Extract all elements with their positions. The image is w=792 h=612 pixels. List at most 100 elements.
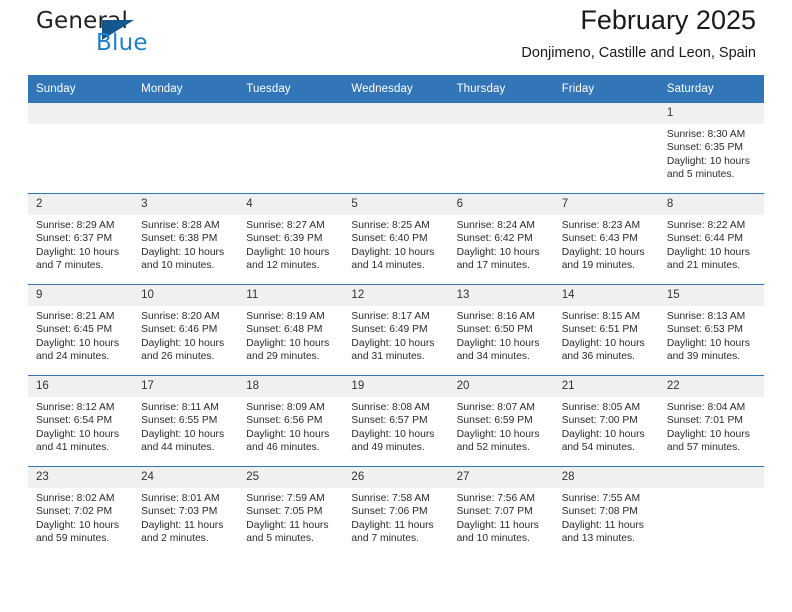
calendar-day-cell[interactable]: 13 Sunrise: 8:16 AM Sunset: 6:50 PM Dayligh… [448, 284, 554, 376]
calendar-day-cell[interactable]: 25 Sunrise: 7:59 AM Sunset: 7:05 PM Dayligh… [238, 466, 344, 557]
daylight-duration-line2: and 59 minutes. [36, 533, 110, 545]
daylight-duration-line2: and 5 minutes. [246, 533, 314, 545]
sunset-time: Sunset: 7:02 PM [36, 506, 113, 518]
sunrise-time: Sunrise: 8:20 AM [141, 311, 220, 322]
calendar-day-cell[interactable]: 9 Sunrise: 8:21 AM Sunset: 6:45 PM Daylight… [28, 284, 134, 376]
daylight-duration-line1: Daylight: 10 hours [141, 246, 225, 258]
day-number: 14 [553, 285, 659, 306]
daylight-duration-line2: and 5 minutes. [666, 169, 735, 181]
daylight-duration-line2: and 17 minutes. [456, 260, 530, 272]
calendar-day-cell[interactable]: 8 Sunrise: 8:22 AM Sunset: 6:44 PM Daylight… [658, 193, 764, 285]
calendar-day-cell-empty [553, 103, 659, 194]
day-number [238, 103, 344, 124]
day-sun-info: Sunrise: 8:17 AM Sunset: 6:49 PM Daylight:… [343, 306, 448, 364]
calendar-day-cell[interactable]: 18 Sunrise: 8:09 AM Sunset: 6:56 PM Dayligh… [238, 375, 344, 467]
sunrise-time: Sunrise: 7:55 AM [561, 493, 641, 504]
sunset-time: Sunset: 6:59 PM [456, 415, 533, 427]
daylight-duration-line1: Daylight: 10 hours [456, 246, 540, 258]
daylight-duration-line2: and 26 minutes. [141, 351, 215, 363]
daylight-duration-line2: and 34 minutes. [456, 351, 530, 363]
sunrise-time: Sunrise: 8:21 AM [36, 311, 115, 322]
sunrise-time: Sunrise: 8:24 AM [456, 220, 535, 231]
day-sun-info: Sunrise: 8:07 AM Sunset: 6:59 PM Daylight:… [449, 397, 554, 455]
calendar-day-cell[interactable]: 17 Sunrise: 8:11 AM Sunset: 6:55 PM Dayligh… [133, 375, 239, 467]
sunrise-time: Sunrise: 8:12 AM [36, 402, 115, 413]
day-sun-info: Sunrise: 7:58 AM Sunset: 7:06 PM Daylight:… [343, 488, 448, 546]
day-sun-info: Sunrise: 8:16 AM Sunset: 6:50 PM Daylight:… [449, 306, 554, 364]
day-sun-info: Sunrise: 8:08 AM Sunset: 6:57 PM Daylight:… [343, 397, 448, 455]
calendar-day-cell[interactable]: 5 Sunrise: 8:25 AM Sunset: 6:40 PM Daylight… [343, 193, 449, 285]
calendar-day-cell[interactable]: 16 Sunrise: 8:12 AM Sunset: 6:54 PM Dayligh… [28, 375, 134, 467]
daylight-duration-line2: and 36 minutes. [561, 351, 635, 363]
calendar-day-cell-empty [343, 103, 449, 194]
day-sun-info: Sunrise: 8:25 AM Sunset: 6:40 PM Daylight:… [343, 215, 448, 273]
calendar-day-cell[interactable]: 7 Sunrise: 8:23 AM Sunset: 6:43 PM Daylight… [553, 193, 659, 285]
daylight-duration-line1: Daylight: 10 hours [666, 155, 750, 167]
daylight-duration-line1: Daylight: 10 hours [351, 246, 435, 258]
sunrise-time: Sunrise: 8:29 AM [36, 220, 115, 231]
sunrise-time: Sunrise: 7:59 AM [246, 493, 325, 504]
day-number: 22 [658, 376, 764, 397]
calendar-day-cell[interactable]: 15 Sunrise: 8:13 AM Sunset: 6:53 PM Dayligh… [658, 284, 764, 376]
daylight-duration-line2: and 24 minutes. [36, 351, 110, 363]
weekday-header-tuesday: Tuesday [238, 75, 344, 103]
sunrise-time: Sunrise: 8:11 AM [141, 402, 219, 413]
calendar-day-cell-empty [133, 103, 239, 194]
calendar-day-cell[interactable]: 1 Sunrise: 8:30 AM Sunset: 6:35 PM Daylight… [658, 103, 764, 194]
sunrise-time: Sunrise: 7:56 AM [456, 493, 535, 504]
day-number: 2 [28, 194, 134, 215]
sunset-time: Sunset: 6:50 PM [456, 324, 533, 336]
calendar-day-cell[interactable]: 3 Sunrise: 8:28 AM Sunset: 6:38 PM Daylight… [133, 193, 239, 285]
daylight-duration-line1: Daylight: 10 hours [246, 428, 330, 440]
day-number: 21 [553, 376, 659, 397]
daylight-duration-line1: Daylight: 11 hours [141, 519, 224, 531]
calendar-day-cell[interactable]: 28 Sunrise: 7:55 AM Sunset: 7:08 PM Dayligh… [553, 466, 659, 557]
daylight-duration-line1: Daylight: 10 hours [666, 246, 750, 258]
sunset-time: Sunset: 6:55 PM [141, 415, 218, 427]
calendar-day-cell[interactable]: 12 Sunrise: 8:17 AM Sunset: 6:49 PM Dayligh… [343, 284, 449, 376]
day-sun-info: Sunrise: 8:01 AM Sunset: 7:03 PM Daylight:… [133, 488, 238, 546]
daylight-duration-line2: and 13 minutes. [561, 533, 635, 545]
calendar-day-cell[interactable]: 6 Sunrise: 8:24 AM Sunset: 6:42 PM Daylight… [448, 193, 554, 285]
day-sun-info: Sunrise: 8:22 AM Sunset: 6:44 PM Daylight:… [659, 215, 764, 273]
calendar-day-cell[interactable]: 14 Sunrise: 8:15 AM Sunset: 6:51 PM Dayligh… [553, 284, 659, 376]
general-blue-logo[interactable]: General Blue [36, 8, 266, 66]
day-number: 4 [238, 194, 344, 215]
calendar-day-cell[interactable]: 4 Sunrise: 8:27 AM Sunset: 6:39 PM Daylight… [238, 193, 344, 285]
calendar-day-cell[interactable]: 10 Sunrise: 8:20 AM Sunset: 6:46 PM Dayligh… [133, 284, 239, 376]
sunrise-time: Sunrise: 8:01 AM [141, 493, 220, 504]
sunset-time: Sunset: 6:42 PM [456, 233, 533, 245]
daylight-duration-line2: and 2 minutes. [141, 533, 209, 545]
daylight-duration-line1: Daylight: 10 hours [36, 428, 119, 440]
calendar-day-cell[interactable]: 24 Sunrise: 8:01 AM Sunset: 7:03 PM Dayligh… [133, 466, 239, 557]
calendar-day-cell[interactable]: 27 Sunrise: 7:56 AM Sunset: 7:07 PM Dayligh… [448, 466, 554, 557]
day-sun-info: Sunrise: 8:20 AM Sunset: 6:46 PM Daylight:… [133, 306, 238, 364]
daylight-duration-line2: and 57 minutes. [666, 442, 741, 454]
calendar-day-cell[interactable]: 22 Sunrise: 8:04 AM Sunset: 7:01 PM Dayligh… [658, 375, 764, 467]
weekday-header-friday: Friday [553, 75, 659, 103]
day-sun-info: Sunrise: 8:15 AM Sunset: 6:51 PM Daylight:… [554, 306, 659, 364]
calendar-day-cell[interactable]: 2 Sunrise: 8:29 AM Sunset: 6:37 PM Daylight… [28, 193, 134, 285]
calendar-day-cell[interactable]: 21 Sunrise: 8:05 AM Sunset: 7:00 PM Dayligh… [553, 375, 659, 467]
sunset-time: Sunset: 7:03 PM [141, 506, 218, 518]
day-number: 13 [448, 285, 554, 306]
sunrise-time: Sunrise: 7:58 AM [351, 493, 430, 504]
sunset-time: Sunset: 6:39 PM [246, 233, 323, 245]
day-number [448, 103, 554, 124]
calendar-day-cell[interactable]: 20 Sunrise: 8:07 AM Sunset: 6:59 PM Dayligh… [448, 375, 554, 467]
day-sun-info: Sunrise: 8:13 AM Sunset: 6:53 PM Daylight:… [659, 306, 764, 364]
day-number: 3 [133, 194, 239, 215]
day-sun-info: Sunrise: 8:21 AM Sunset: 6:45 PM Daylight:… [28, 306, 133, 364]
day-number: 26 [343, 467, 449, 488]
day-number: 23 [28, 467, 134, 488]
daylight-duration-line1: Daylight: 10 hours [666, 428, 750, 440]
day-number: 17 [133, 376, 239, 397]
calendar-day-cell-empty [658, 466, 764, 557]
day-number: 1 [658, 103, 764, 124]
calendar-day-cell[interactable]: 26 Sunrise: 7:58 AM Sunset: 7:06 PM Dayligh… [343, 466, 449, 557]
calendar-day-cell[interactable]: 23 Sunrise: 8:02 AM Sunset: 7:02 PM Dayligh… [28, 466, 134, 557]
daylight-duration-line2: and 52 minutes. [456, 442, 530, 454]
daylight-duration-line2: and 7 minutes. [36, 260, 104, 272]
calendar-day-cell[interactable]: 19 Sunrise: 8:08 AM Sunset: 6:57 PM Dayligh… [343, 375, 449, 467]
calendar-day-cell[interactable]: 11 Sunrise: 8:19 AM Sunset: 6:48 PM Dayligh… [238, 284, 344, 376]
